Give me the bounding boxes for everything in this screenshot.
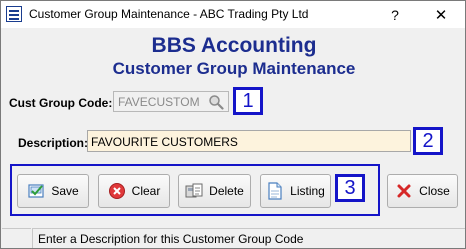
cust-group-code-label: Cust Group Code: <box>9 96 113 110</box>
window-close-button[interactable]: ✕ <box>418 1 464 28</box>
search-icon[interactable] <box>208 94 224 110</box>
description-field[interactable]: FAVOURITE CUSTOMERS <box>87 130 411 152</box>
help-button[interactable]: ? <box>372 1 418 28</box>
clear-button[interactable]: Clear <box>98 174 170 208</box>
clear-icon <box>108 183 125 199</box>
delete-button[interactable]: Delete <box>178 174 251 208</box>
save-button-label: Save <box>51 184 79 198</box>
document-icon <box>268 182 282 200</box>
customer-group-window: Customer Group Maintenance - ABC Trading… <box>0 0 466 249</box>
description-label: Description: <box>18 136 89 150</box>
listing-button[interactable]: Listing <box>260 174 331 208</box>
app-icon <box>6 6 22 22</box>
close-button[interactable]: Close <box>387 174 458 208</box>
status-bar-left-panel <box>2 228 31 248</box>
delete-button-label: Delete <box>209 184 244 198</box>
save-button[interactable]: Save <box>17 174 89 208</box>
callout-1: 1 <box>233 87 263 115</box>
clear-button-label: Clear <box>131 184 161 198</box>
title-bar: Customer Group Maintenance - ABC Trading… <box>1 1 465 28</box>
form-heading: Customer Group Maintenance <box>112 59 356 78</box>
callout-3: 3 <box>335 174 365 202</box>
callout-2: 2 <box>413 127 443 155</box>
window-title: Customer Group Maintenance - ABC Trading… <box>29 7 309 21</box>
close-button-label: Close <box>419 184 450 198</box>
close-icon <box>397 184 411 198</box>
delete-icon <box>185 183 203 198</box>
save-icon <box>28 184 44 198</box>
listing-button-label: Listing <box>290 184 325 198</box>
app-heading: BBS Accounting <box>151 34 317 57</box>
status-bar: Enter a Description for this Customer Gr… <box>32 228 465 248</box>
